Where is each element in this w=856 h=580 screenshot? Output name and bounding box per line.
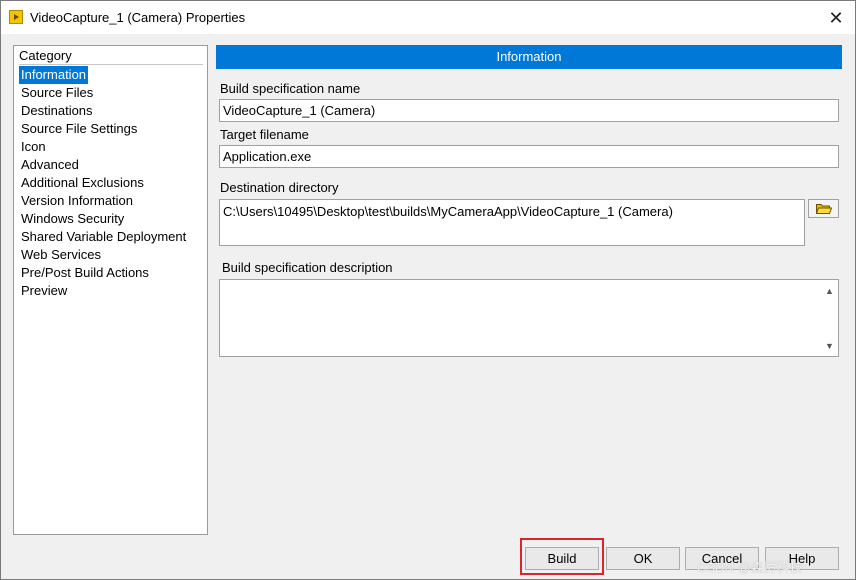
properties-dialog: VideoCapture_1 (Camera) Properties ✕ Cat… <box>0 0 856 580</box>
category-item-source-file-settings[interactable]: Source File Settings <box>19 120 188 138</box>
title-bar[interactable]: VideoCapture_1 (Camera) Properties ✕ <box>1 1 855 34</box>
category-list: Category Information Source Files Destin… <box>13 45 208 535</box>
watermark: CSDN @森厉科技 <box>697 560 803 575</box>
description-textarea[interactable]: ▲ ▼ <box>219 279 839 357</box>
destination-dir-label: Destination directory <box>220 180 339 195</box>
category-item-web-services[interactable]: Web Services <box>19 246 188 264</box>
category-item-additional-exclusions[interactable]: Additional Exclusions <box>19 174 188 192</box>
category-items: Information Source Files Destinations So… <box>19 66 188 300</box>
ok-button[interactable]: OK <box>606 547 680 570</box>
build-button[interactable]: Build <box>525 547 599 570</box>
category-header: Category <box>19 48 203 65</box>
category-item-advanced[interactable]: Advanced <box>19 156 188 174</box>
category-item-pre-post-build-actions[interactable]: Pre/Post Build Actions <box>19 264 188 282</box>
close-icon[interactable]: ✕ <box>821 5 851 31</box>
build-spec-name-label: Build specification name <box>220 81 361 96</box>
category-item-shared-variable-deployment[interactable]: Shared Variable Deployment <box>19 228 188 246</box>
window-title: VideoCapture_1 (Camera) Properties <box>30 10 246 25</box>
browse-button[interactable] <box>808 199 839 218</box>
target-filename-input[interactable]: Application.exe <box>219 145 839 168</box>
category-item-information[interactable]: Information <box>19 66 89 84</box>
category-item-windows-security[interactable]: Windows Security <box>19 210 188 228</box>
build-spec-name-input[interactable]: VideoCapture_1 (Camera) <box>219 99 839 122</box>
category-item-version-information[interactable]: Version Information <box>19 192 188 210</box>
category-item-source-files[interactable]: Source Files <box>19 84 188 102</box>
destination-dir-input[interactable]: C:\Users\10495\Desktop\test\builds\MyCam… <box>219 199 805 246</box>
app-icon <box>9 10 23 24</box>
target-filename-label: Target filename <box>220 127 309 142</box>
category-item-destinations[interactable]: Destinations <box>19 102 188 120</box>
folder-icon <box>816 204 832 214</box>
description-scrollbar[interactable]: ▲ ▼ <box>821 280 838 356</box>
category-item-icon[interactable]: Icon <box>19 138 188 156</box>
scroll-up-icon[interactable]: ▲ <box>821 283 838 299</box>
scroll-down-icon[interactable]: ▼ <box>821 338 838 354</box>
description-label: Build specification description <box>222 260 393 275</box>
category-item-preview[interactable]: Preview <box>19 282 188 300</box>
section-title: Information <box>216 45 842 69</box>
